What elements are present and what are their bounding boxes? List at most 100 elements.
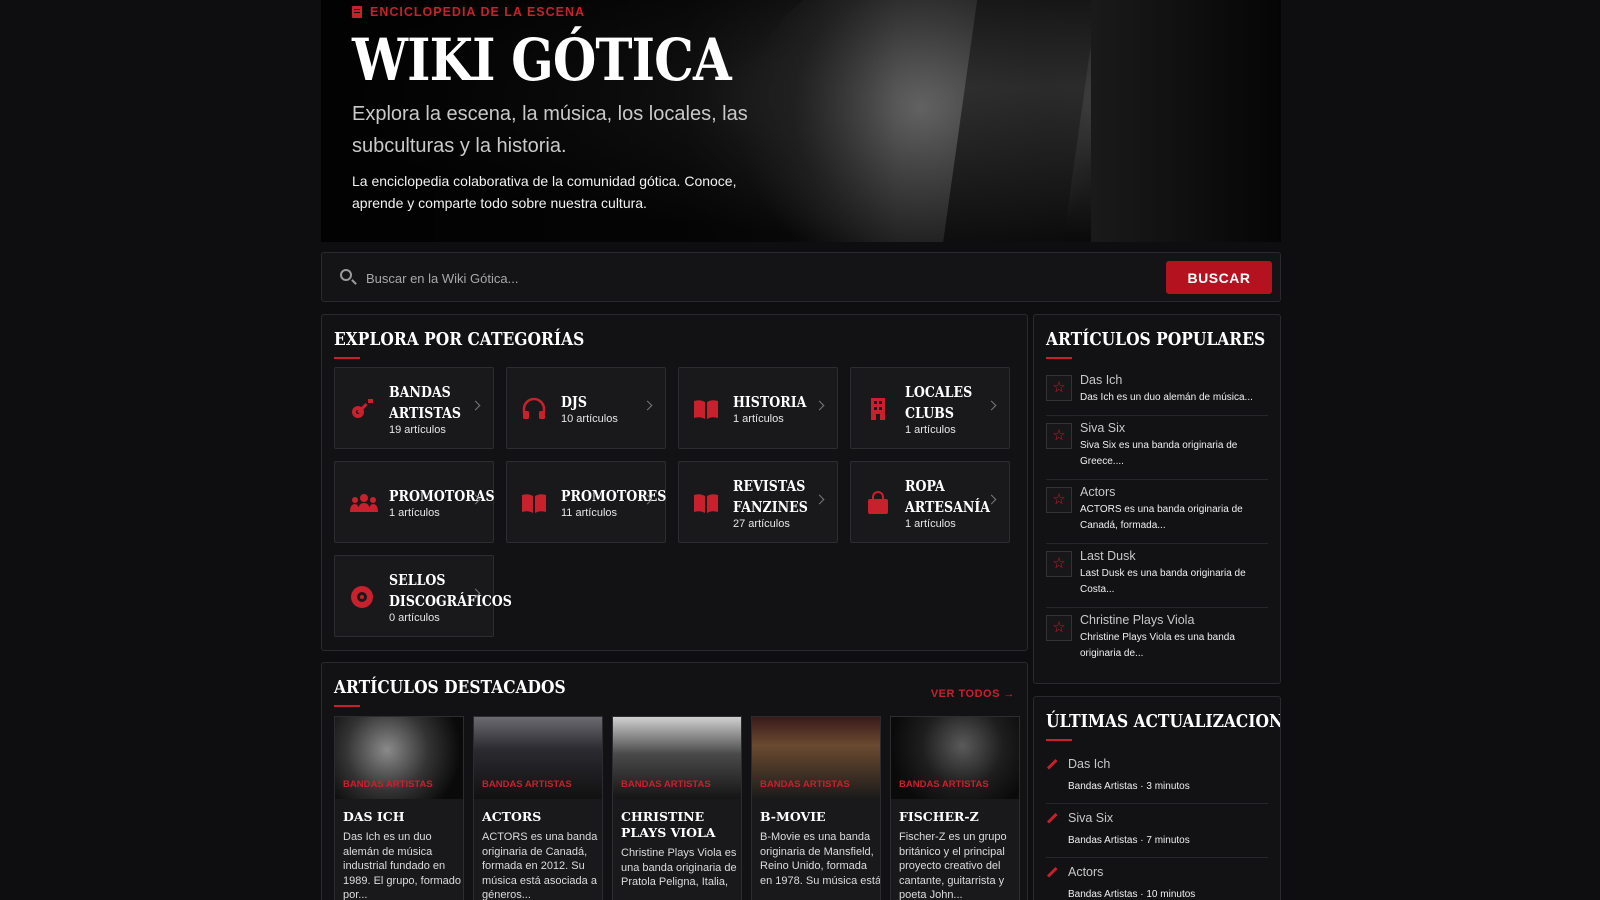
category-name-line1: HISTORIA xyxy=(733,393,807,411)
category-name-line1: PROMOTORES xyxy=(561,487,667,505)
chevron-right-icon xyxy=(642,400,653,411)
popular-item[interactable]: ☆ Last Dusk Last Dusk es una banda origina… xyxy=(1046,549,1268,597)
category-name-line2: ARTISTAS xyxy=(389,404,461,422)
category-card[interactable]: PROMOTORAS 1 artículos xyxy=(334,461,495,543)
update-item-title: Siva Six xyxy=(1068,811,1114,825)
featured-card[interactable]: BANDAS ARTISTAS DAS ICH Das Ich es un duo … xyxy=(334,716,464,900)
star-icon: ☆ xyxy=(1046,615,1072,641)
category-name-line1: BANDAS xyxy=(389,383,451,401)
popular-item-title: Last Dusk xyxy=(1080,549,1136,563)
featured-tag: BANDAS ARTISTAS xyxy=(343,779,433,790)
bag-icon xyxy=(865,491,891,515)
category-card[interactable]: HISTORIA 1 artículos xyxy=(678,367,838,449)
featured-title: CHRISTINE PLAYS VIOLA xyxy=(621,809,716,840)
star-icon: ☆ xyxy=(1046,375,1072,401)
update-item[interactable]: Actors Bandas Artistas · 10 minutos xyxy=(1046,865,1268,900)
update-item-title: Actors xyxy=(1068,865,1104,879)
featured-text: B-Movie es una banda originaria de Mansf… xyxy=(760,831,881,887)
category-name-line2: FANZINES xyxy=(733,498,808,516)
star-icon: ☆ xyxy=(1046,551,1072,577)
category-name-line2: ARTESANÍA xyxy=(905,498,991,516)
divider xyxy=(1046,543,1268,544)
featured-tag: BANDAS ARTISTAS xyxy=(482,779,572,790)
category-name-line1: LOCALES xyxy=(905,383,973,401)
featured-card[interactable]: BANDAS ARTISTAS FISCHER-Z Fischer-Z es un … xyxy=(890,716,1020,900)
featured-card[interactable]: BANDAS ARTISTAS B-MOVIE B-Movie es una ban… xyxy=(751,716,881,900)
hero-eyebrow: ENCICLOPEDIA DE LA ESCENA xyxy=(352,5,585,19)
chevron-right-icon xyxy=(814,400,825,411)
popular-item[interactable]: ☆ Actors ACTORS es una banda originaria de… xyxy=(1046,485,1268,533)
update-item-title: Das Ich xyxy=(1068,757,1111,771)
category-card[interactable]: LOCALES CLUBS 1 artículos xyxy=(850,367,1010,449)
popular-item-title: Das Ich xyxy=(1080,373,1123,387)
category-name-line1: SELLOS xyxy=(389,571,446,589)
category-name-line1: ROPA xyxy=(905,477,945,495)
category-name-line2: DISCOGRÁFICOS xyxy=(389,592,512,610)
featured-tag: BANDAS ARTISTAS xyxy=(899,779,989,790)
featured-title: ACTORS xyxy=(482,809,542,824)
category-name-line1: PROMOTORAS xyxy=(389,487,495,505)
updates-title: ÚLTIMAS ACTUALIZACIONES xyxy=(1046,711,1281,732)
divider xyxy=(1046,607,1268,608)
category-count: 10 artículos xyxy=(561,413,618,425)
update-item[interactable]: Das Ich Bandas Artistas · 3 minutos xyxy=(1046,757,1268,797)
divider xyxy=(1046,857,1268,858)
category-name: BANDAS ARTISTAS xyxy=(389,382,461,424)
category-card[interactable]: SELLOS DISCOGRÁFICOS 0 artículos xyxy=(334,555,512,637)
category-card[interactable]: ROPA ARTESANÍA 1 artículos xyxy=(850,461,1010,543)
featured-text: ACTORS es una banda originaria de Canadá… xyxy=(482,831,598,900)
popular-item-desc: Last Dusk es una banda originaria de Cos… xyxy=(1080,568,1246,595)
featured-tag: BANDAS ARTISTAS xyxy=(760,779,850,790)
category-name: SELLOS DISCOGRÁFICOS xyxy=(389,570,512,612)
search-button[interactable]: BUSCAR xyxy=(1166,261,1272,294)
popular-item[interactable]: ☆ Siva Six Siva Six es una banda originari… xyxy=(1046,421,1268,469)
book-icon xyxy=(693,491,719,515)
book-icon xyxy=(521,491,547,515)
featured-title: FISCHER-Z xyxy=(899,809,979,824)
category-count: 1 artículos xyxy=(389,507,440,519)
category-card[interactable]: PROMOTORES 11 artículos xyxy=(506,461,666,543)
title-underline xyxy=(1046,739,1072,741)
featured-card[interactable]: BANDAS ARTISTAS CHRISTINE PLAYS VIOLA Chri… xyxy=(612,716,742,900)
category-name-line1: REVISTAS xyxy=(733,477,806,495)
update-item[interactable]: Siva Six Bandas Artistas · 7 minutos xyxy=(1046,811,1268,851)
update-item-meta: Bandas Artistas · 3 minutos xyxy=(1068,781,1190,792)
category-name-line2: CLUBS xyxy=(905,404,954,422)
featured-text: Das Ich es un duo alemán de música indus… xyxy=(343,831,462,900)
featured-card[interactable]: BANDAS ARTISTAS ACTORS ACTORS es una banda… xyxy=(473,716,603,900)
popular-item-desc: Das Ich es un duo alemán de música... xyxy=(1080,392,1253,403)
record-icon xyxy=(349,585,375,609)
category-card[interactable]: BANDAS ARTISTAS 19 artículos xyxy=(334,367,494,449)
pencil-icon xyxy=(1046,758,1058,770)
star-icon: ☆ xyxy=(1046,487,1072,513)
update-item-meta: Bandas Artistas · 7 minutos xyxy=(1068,835,1190,846)
featured-text: Fischer-Z es un grupo británico y el pri… xyxy=(899,831,1007,900)
categories-title: EXPLORA POR CATEGORÍAS xyxy=(334,329,585,350)
divider xyxy=(1046,803,1268,804)
category-name: DJS xyxy=(561,392,587,413)
book-icon xyxy=(352,6,362,18)
hero-description: La enciclopedia colaborativa de la comun… xyxy=(352,173,737,211)
category-count: 1 artículos xyxy=(905,518,956,530)
category-name: ROPA ARTESANÍA xyxy=(905,476,990,518)
category-card[interactable]: REVISTAS FANZINES 27 artículos xyxy=(678,461,838,543)
divider xyxy=(1046,415,1268,416)
popular-panel: ARTÍCULOS POPULARES ☆ Das Ich Das Ich es u… xyxy=(1033,314,1281,684)
update-item-meta: Bandas Artistas · 10 minutos xyxy=(1068,889,1196,900)
chevron-right-icon xyxy=(814,494,825,505)
page-wrapper: ENCICLOPEDIA DE LA ESCENA WIKI GÓTICA Ex… xyxy=(321,0,1281,900)
title-underline xyxy=(1046,357,1072,359)
categories-panel: EXPLORA POR CATEGORÍAS BANDAS ARTISTAS 19 … xyxy=(321,314,1028,651)
updates-panel: ÚLTIMAS ACTUALIZACIONES Das Ich Bandas Ar… xyxy=(1033,696,1281,900)
featured-panel: ARTÍCULOS DESTACADOS VER TODOS → BANDAS … xyxy=(321,662,1028,900)
popular-item[interactable]: ☆ Christine Plays Viola Christine Plays Vi… xyxy=(1046,613,1268,661)
search-input[interactable] xyxy=(366,265,1126,291)
divider xyxy=(1046,479,1268,480)
see-all-link[interactable]: VER TODOS → xyxy=(931,688,1015,700)
popular-item[interactable]: ☆ Das Ich Das Ich es un duo alemán de músi… xyxy=(1046,373,1268,405)
users-icon xyxy=(349,491,378,515)
featured-title: B-MOVIE xyxy=(760,809,826,824)
category-name: PROMOTORAS xyxy=(389,486,495,507)
popular-item-desc: Siva Six es una banda originaria de Gree… xyxy=(1080,440,1238,467)
category-card[interactable]: DJS 10 artículos xyxy=(506,367,666,449)
